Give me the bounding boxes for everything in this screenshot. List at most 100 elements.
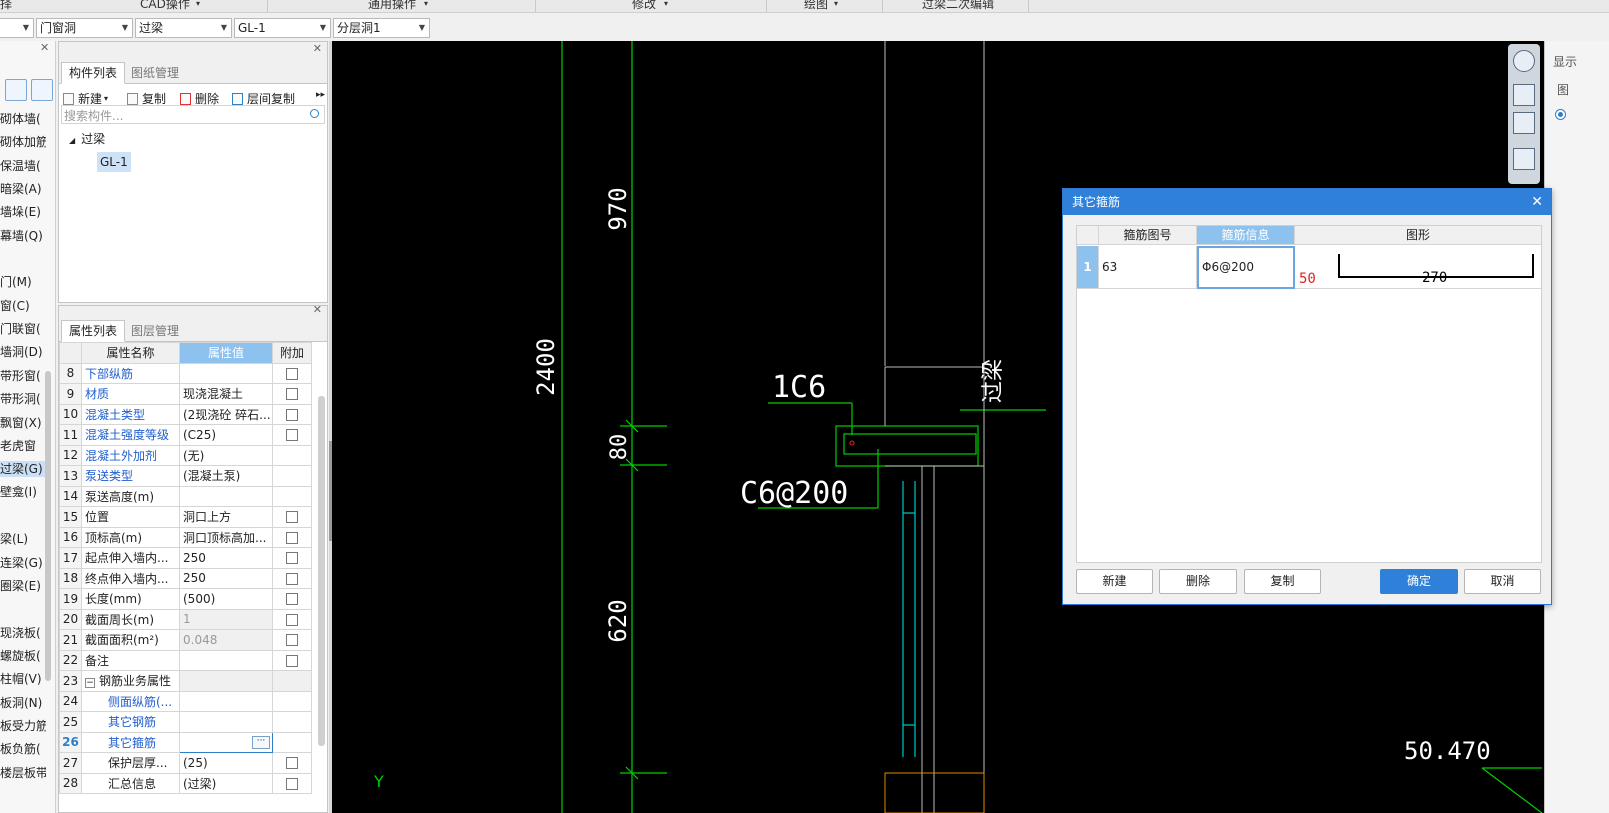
nav-item[interactable]: 板受力筋 xyxy=(0,718,46,734)
property-value[interactable] xyxy=(179,485,273,507)
table-row[interactable]: 16 顶标高(m) 洞口顶标高加... xyxy=(59,526,312,548)
property-value[interactable]: 现浇混凝土 xyxy=(179,383,273,405)
menu-modify[interactable]: 修改 xyxy=(632,0,656,12)
checkbox[interactable] xyxy=(286,552,298,565)
new-button[interactable]: 新建 xyxy=(1076,569,1153,594)
table-row[interactable]: 19 长度(mm) (500) xyxy=(59,588,312,610)
nav-item[interactable]: 连梁(G) xyxy=(0,555,46,571)
checkbox[interactable] xyxy=(286,572,298,585)
nav-item[interactable]: 墙垛(E) xyxy=(0,204,46,220)
table-row[interactable]: 11 混凝土强度等级 (C25) xyxy=(59,424,312,446)
checkbox[interactable] xyxy=(286,408,298,421)
close-icon[interactable]: ✕ xyxy=(313,42,322,55)
nav-item[interactable]: 老虎窗 xyxy=(0,438,46,454)
nav-item[interactable]: 幕墙(Q) xyxy=(0,228,46,244)
layer-select[interactable]: 分层洞1 ▼ xyxy=(333,18,430,38)
table-row[interactable]: 17 起点伸入墙内... 250 xyxy=(59,547,312,569)
table-row[interactable]: 28 汇总信息 (过梁) xyxy=(59,772,312,794)
table-row[interactable]: 10 混凝土类型 (2现浇砼 碎石... xyxy=(59,403,312,425)
checkbox[interactable] xyxy=(286,531,298,544)
checkbox[interactable] xyxy=(286,593,298,606)
component-select[interactable]: GL-1 ▼ xyxy=(234,18,331,38)
close-icon[interactable]: ✕ xyxy=(313,306,322,316)
ellipsis-button[interactable]: ··· xyxy=(252,735,270,749)
property-value[interactable] xyxy=(179,690,273,712)
property-value[interactable]: (混凝土泵) xyxy=(179,465,273,487)
nav-item[interactable]: 梁(L) xyxy=(0,531,46,547)
nav-item[interactable]: 砌体加筋 xyxy=(0,134,46,150)
table-row[interactable]: 15 位置 洞口上方 xyxy=(59,506,312,528)
property-scrollbar[interactable] xyxy=(318,396,325,746)
menu-select[interactable]: 择 xyxy=(0,0,12,12)
nav-item[interactable]: 保温墙( xyxy=(0,158,46,174)
ok-button[interactable]: 确定 xyxy=(1380,569,1458,594)
collapse-icon[interactable]: ◢ xyxy=(69,136,75,145)
cancel-button[interactable]: 取消 xyxy=(1464,569,1541,594)
checkbox[interactable] xyxy=(286,777,298,790)
radio-button[interactable] xyxy=(1555,109,1566,120)
checkbox[interactable] xyxy=(286,367,298,380)
nav-item[interactable]: 带形窗( xyxy=(0,368,46,384)
checkbox[interactable] xyxy=(286,511,298,524)
nav-item[interactable]: 门(M) xyxy=(0,274,46,290)
category-select[interactable]: 门窗洞 ▼ xyxy=(36,18,133,38)
tab-layer-management[interactable]: 图层管理 xyxy=(123,320,187,342)
nav-item[interactable]: 窗(C) xyxy=(0,298,46,314)
nav-item[interactable]: 螺旋板( xyxy=(0,648,46,664)
nav-item[interactable]: 柱帽(V) xyxy=(0,671,46,687)
tab-property-list[interactable]: 属性列表 xyxy=(61,320,126,342)
table-row[interactable]: 18 终点伸入墙内... 250 xyxy=(59,567,312,589)
nav-scrollbar[interactable] xyxy=(45,371,51,681)
nav-item[interactable]: 暗梁(A) xyxy=(0,181,46,197)
property-value[interactable]: (25) xyxy=(179,752,273,774)
tree-node-gl1[interactable]: GL-1 xyxy=(97,152,131,172)
property-value[interactable]: 250 xyxy=(179,547,273,569)
close-icon[interactable]: ✕ xyxy=(1531,189,1543,215)
collapse-icon[interactable]: − xyxy=(85,678,95,689)
nav-item[interactable]: 楼层板带 xyxy=(0,765,46,781)
property-value[interactable] xyxy=(179,362,273,384)
property-value[interactable]: 洞口顶标高加... xyxy=(179,526,273,548)
3d-view-icon[interactable] xyxy=(1513,84,1535,106)
property-value[interactable]: (2现浇砼 碎石... xyxy=(179,403,273,425)
orbit-icon[interactable] xyxy=(1513,50,1535,72)
table-row-selected[interactable]: 26 其它箍筋 ··· xyxy=(59,731,312,753)
menu-general-ops[interactable]: 通用操作 xyxy=(368,0,416,12)
property-value[interactable]: 250 xyxy=(179,567,273,589)
shape-number-cell[interactable]: 63 xyxy=(1099,246,1197,289)
cube-view-icon[interactable] xyxy=(1513,112,1535,134)
table-row[interactable]: 22 备注 xyxy=(59,649,312,671)
checkbox[interactable] xyxy=(286,429,298,442)
table-row-group[interactable]: 23− 钢筋业务属性 xyxy=(59,670,312,692)
checkbox[interactable] xyxy=(286,388,298,401)
table-row[interactable]: 14 泵送高度(m) xyxy=(59,485,312,507)
nav-item[interactable]: 砌体墙( xyxy=(0,111,46,127)
property-value[interactable]: (过梁) xyxy=(179,772,273,794)
type-select[interactable]: 过梁 ▼ xyxy=(135,18,232,38)
nav-item[interactable]: 壁龛(I) xyxy=(0,484,46,500)
menu-cad-ops[interactable]: CAD操作 xyxy=(140,0,190,12)
delete-button[interactable]: 删除 xyxy=(1159,569,1237,594)
tab-component-list[interactable]: 构件列表 xyxy=(61,62,126,84)
menu-lintel-edit[interactable]: 过梁二次编辑 xyxy=(922,0,994,12)
checkbox[interactable] xyxy=(286,634,298,647)
nav-item[interactable]: 板洞(N) xyxy=(0,695,46,711)
shape-cell[interactable]: 50 270 xyxy=(1295,246,1541,289)
nav-item[interactable]: 圈梁(E) xyxy=(0,578,46,594)
nav-item[interactable]: 飘窗(X) xyxy=(0,415,46,431)
nav-item[interactable]: 现浇板( xyxy=(0,625,46,641)
checkbox[interactable] xyxy=(286,757,298,770)
grid-view-icon[interactable] xyxy=(31,79,53,101)
iso-view-icon[interactable] xyxy=(1513,148,1535,170)
table-row[interactable]: 8 下部纵筋 xyxy=(59,362,312,384)
property-value[interactable]: 洞口上方 xyxy=(179,506,273,528)
table-row[interactable]: 12 混凝土外加剂 (无) xyxy=(59,444,312,466)
nav-item[interactable]: 带形洞( xyxy=(0,391,46,407)
property-value[interactable]: (C25) xyxy=(179,424,273,446)
row-number[interactable]: 1 xyxy=(1077,246,1099,289)
property-value[interactable]: (500) xyxy=(179,588,273,610)
property-value[interactable]: (无) xyxy=(179,444,273,466)
table-row[interactable]: 24 侧面纵筋(... xyxy=(59,690,312,712)
checkbox[interactable] xyxy=(286,613,298,626)
close-icon[interactable]: ✕ xyxy=(40,41,49,54)
